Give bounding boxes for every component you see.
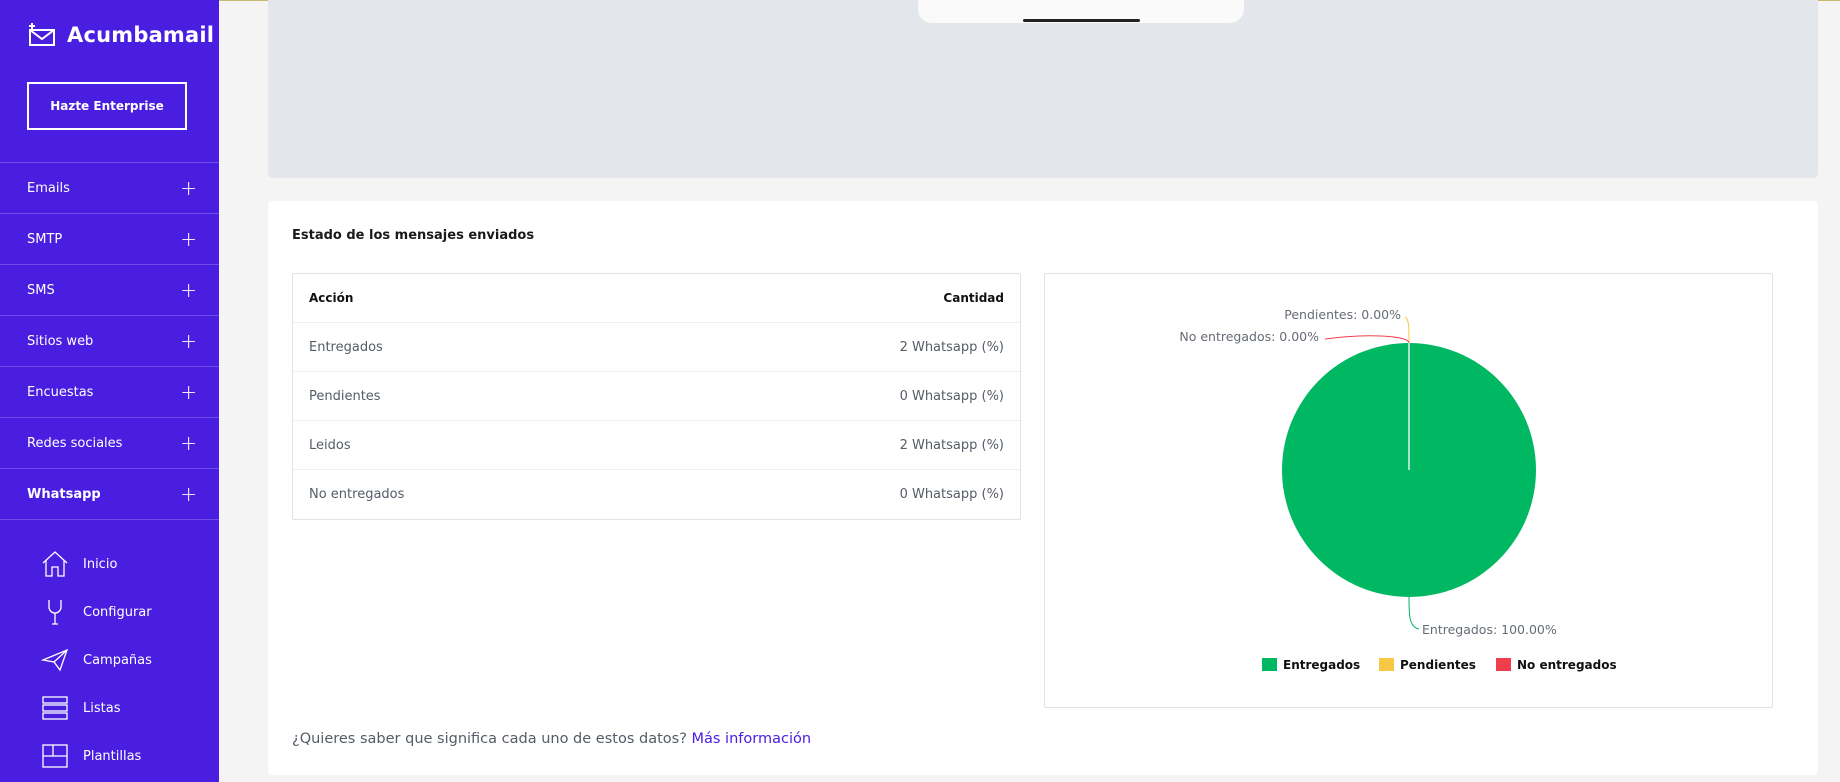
sidebar-item-sms[interactable]: SMS + — [0, 265, 219, 316]
plus-icon: + — [180, 329, 197, 353]
sidebar-item-label: Encuestas — [27, 384, 94, 400]
sidebar-item-sitios-web[interactable]: Sitios web + — [0, 316, 219, 367]
sidebar-menu: Emails + SMTP + SMS + Sitios web + Encuestas… — [0, 162, 219, 520]
plus-icon: + — [180, 176, 197, 200]
phone-home-bar — [1023, 19, 1140, 22]
sidebar-item-label: Emails — [27, 180, 70, 196]
submenu-item-inicio[interactable]: Inicio — [0, 540, 219, 588]
template-icon — [42, 744, 68, 768]
phone-preview — [918, 0, 1244, 23]
sidebar-item-smtp[interactable]: SMTP + — [0, 214, 219, 265]
submenu-item-campanas[interactable]: Campañas — [0, 636, 219, 684]
table-header: Acción Cantidad — [293, 274, 1020, 323]
brand[interactable]: Acumbamail — [27, 22, 214, 48]
sidebar-item-emails[interactable]: Emails + — [0, 163, 219, 214]
sidebar-item-label: SMS — [27, 282, 55, 298]
more-info-link[interactable]: Más información — [692, 731, 812, 747]
pie-chart: Entregados: 100.00% Pendientes: 0.00% No e… — [1179, 307, 1617, 672]
header-accion: Acción — [309, 291, 354, 305]
status-table: Acción Cantidad Entregados 2 Whatsapp (%… — [292, 273, 1021, 520]
card-title: Estado de los mensajes enviados — [292, 228, 535, 243]
enterprise-button[interactable]: Hazte Enterprise — [27, 82, 187, 130]
legend-label: No entregados — [1517, 658, 1617, 672]
legend-swatch — [1496, 658, 1511, 671]
main-content: Estado de los mensajes enviados Acción C… — [219, 0, 1840, 782]
legend-label: Pendientes — [1400, 658, 1476, 672]
sidebar-item-encuestas[interactable]: Encuestas + — [0, 367, 219, 418]
submenu-item-plantillas[interactable]: Plantillas — [0, 732, 219, 780]
submenu-item-label: Plantillas — [83, 748, 142, 764]
home-icon — [42, 551, 68, 577]
table-row: No entregados 0 Whatsapp (%) — [293, 470, 1020, 519]
whatsapp-submenu: Inicio Configurar Campañas Listas Planti… — [0, 540, 219, 780]
paper-plane-icon — [40, 648, 69, 672]
submenu-item-label: Campañas — [83, 652, 152, 668]
header-cantidad: Cantidad — [943, 291, 1004, 305]
list-icon — [42, 696, 68, 720]
row-quantity: 2 Whatsapp (%) — [899, 339, 1004, 355]
submenu-item-listas[interactable]: Listas — [0, 684, 219, 732]
brand-name: Acumbamail — [67, 23, 215, 47]
data-label-no-entregados: No entregados: 0.00% — [1179, 329, 1319, 344]
sidebar-item-label: Redes sociales — [27, 435, 123, 451]
plus-icon: + — [180, 482, 197, 506]
legend-label: Entregados — [1283, 658, 1360, 672]
plus-icon: + — [180, 380, 197, 404]
row-quantity: 0 Whatsapp (%) — [899, 388, 1004, 404]
sidebar-item-label: SMTP — [27, 231, 63, 247]
submenu-item-label: Configurar — [83, 604, 152, 620]
pie-chart-container: Entregados: 100.00% Pendientes: 0.00% No e… — [1044, 273, 1773, 708]
connector-no-entregados — [1324, 335, 1410, 344]
plus-icon: + — [180, 227, 197, 251]
data-label-entregados: Entregados: 100.00% — [1422, 622, 1557, 637]
row-action: No entregados — [309, 487, 405, 502]
legend-item-entregados[interactable]: Entregados — [1262, 658, 1360, 672]
plus-icon: + — [180, 278, 197, 302]
info-text: ¿Quieres saber que significa cada uno de… — [292, 731, 687, 747]
table-row: Leidos 2 Whatsapp (%) — [293, 421, 1020, 470]
sidebar-item-whatsapp[interactable]: Whatsapp + — [0, 469, 219, 520]
plus-icon: + — [180, 431, 197, 455]
submenu-item-configurar[interactable]: Configurar — [0, 588, 219, 636]
sidebar: Acumbamail Hazte Enterprise Emails + SMTP… — [0, 0, 219, 782]
submenu-item-label: Inicio — [83, 556, 118, 572]
row-quantity: 0 Whatsapp (%) — [899, 487, 1004, 502]
legend-item-no-entregados[interactable]: No entregados — [1496, 658, 1617, 672]
legend-swatch — [1262, 658, 1277, 671]
submenu-item-label: Listas — [83, 700, 121, 716]
status-card: Estado de los mensajes enviados Acción C… — [268, 201, 1818, 775]
message-preview-panel — [268, 0, 1818, 178]
row-quantity: 2 Whatsapp (%) — [899, 437, 1004, 453]
row-action: Entregados — [309, 339, 383, 355]
wrench-icon — [48, 600, 62, 625]
envelope-logo-icon — [29, 23, 55, 46]
sidebar-item-redes-sociales[interactable]: Redes sociales + — [0, 418, 219, 469]
sidebar-item-label: Sitios web — [27, 333, 94, 349]
data-label-pendientes: Pendientes: 0.00% — [1284, 307, 1401, 322]
row-action: Leidos — [309, 437, 351, 453]
legend-item-pendientes[interactable]: Pendientes — [1379, 658, 1476, 672]
sidebar-item-label: Whatsapp — [27, 486, 101, 502]
table-row: Pendientes 0 Whatsapp (%) — [293, 372, 1020, 421]
info-note: ¿Quieres saber que significa cada uno de… — [292, 731, 811, 747]
legend-swatch — [1379, 658, 1394, 671]
connector-entregados — [1408, 596, 1420, 630]
row-action: Pendientes — [309, 388, 381, 404]
table-row: Entregados 2 Whatsapp (%) — [293, 323, 1020, 372]
